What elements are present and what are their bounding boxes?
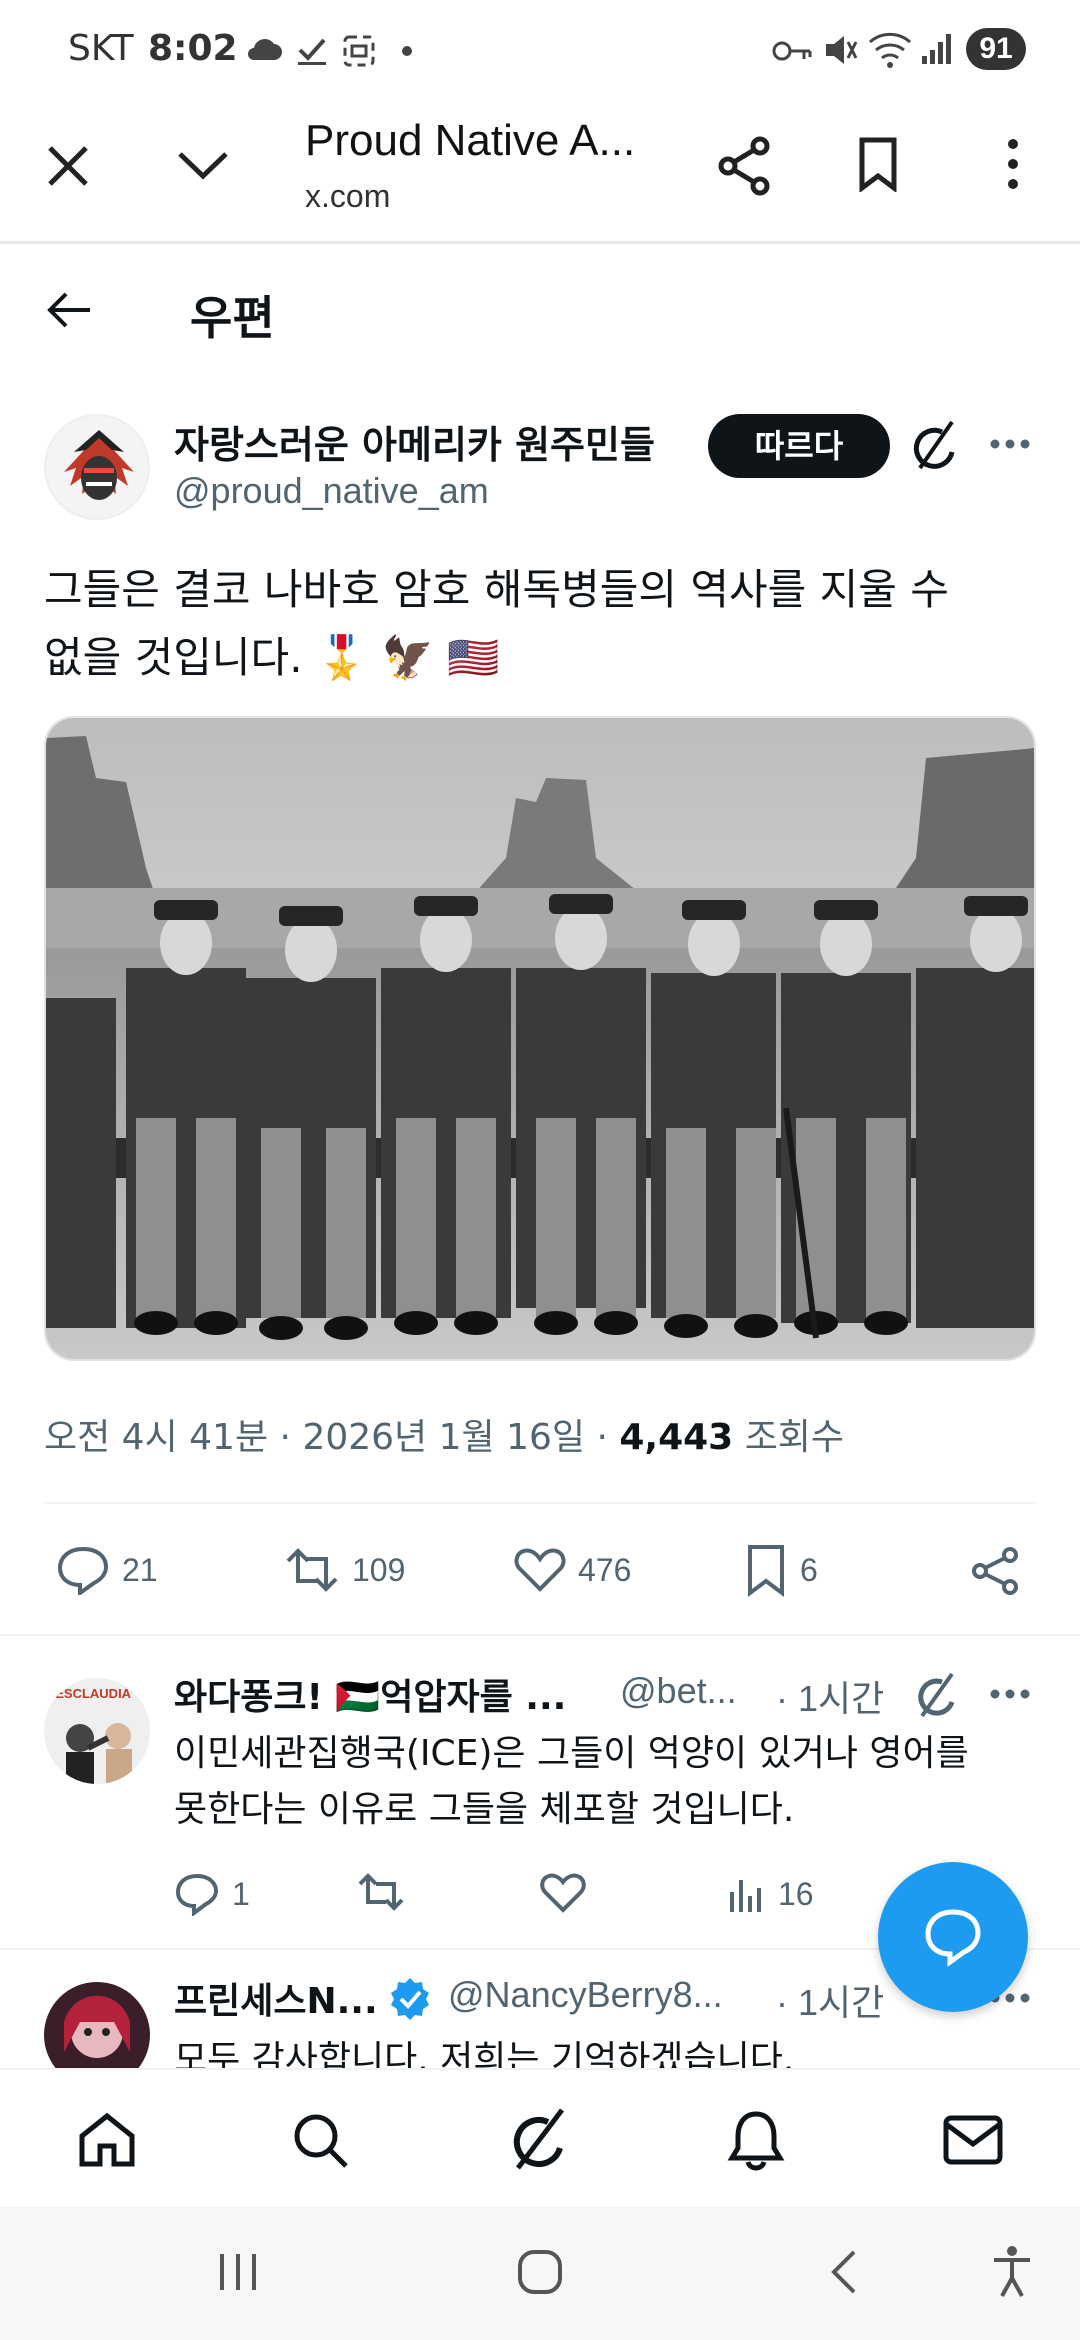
browser-page-title: Proud Native A... [305, 116, 636, 165]
reply-time[interactable]: · 1시간 [776, 1974, 884, 2026]
reply-avatar[interactable]: #ESCLAUDIA [44, 1678, 150, 1784]
post-date[interactable]: 2026년 1월 16일 [302, 1417, 585, 1458]
repost-icon[interactable] [356, 1872, 406, 1914]
heart-icon[interactable] [540, 1872, 586, 1914]
post-text-line: 그들은 결코 나바호 암호 해독병들의 역사를 지울 수 [44, 565, 949, 614]
battery-level: 91 [966, 28, 1026, 70]
status-bar: SKT 8:02 91 [0, 0, 1080, 100]
reply-body: 이민세관집행국(ICE)은 그들이 억양이 있거나 영어를 못한다는 이유로 그… [174, 1726, 1034, 1838]
bookmark-button[interactable]: 6 [744, 1540, 818, 1600]
grok-tab-icon[interactable] [508, 2106, 572, 2174]
recent-apps-icon[interactable] [214, 2250, 264, 2294]
reply-author-name[interactable]: 와다퐁크! 🇵🇸억압자를 ... [174, 1668, 584, 1720]
bottom-tab-bar [0, 2068, 1080, 2206]
reply-avatar[interactable] [44, 1982, 150, 2068]
home-system-icon[interactable] [516, 2248, 564, 2296]
more-horizontal-icon[interactable] [990, 1688, 1030, 1700]
author-name[interactable]: 자랑스러운 아메리카 원주민들 [174, 414, 655, 469]
reply-button[interactable]: 21 [56, 1540, 158, 1600]
reply-author-handle[interactable]: @bet... [620, 1670, 737, 1712]
search-icon[interactable] [290, 2110, 352, 2172]
repost-icon [286, 1548, 338, 1592]
repost-button[interactable]: 109 [284, 1540, 405, 1600]
like-button[interactable]: 476 [514, 1540, 631, 1600]
view-count: 4,443 [619, 1417, 734, 1458]
post-body: 그들은 결코 나바호 암호 해독병들의 역사를 지울 수 없을 것입니다. 🎖️… [44, 556, 1034, 692]
author-handle[interactable]: @proud_native_am [174, 470, 489, 512]
reply-text-line: 못한다는 이유로 그들을 체포할 것입니다. [174, 1789, 795, 1830]
share-post-icon[interactable] [970, 1546, 1020, 1596]
reply-author-name[interactable]: 프린세스N... [174, 1972, 378, 2024]
author-avatar[interactable] [44, 414, 150, 520]
share-icon[interactable] [716, 136, 772, 196]
chevron-down-icon[interactable] [176, 148, 230, 182]
browser-toolbar: Proud Native A... x.com [0, 100, 1080, 244]
carrier-label: SKT [68, 28, 134, 69]
bookmark-icon[interactable] [858, 136, 898, 192]
close-icon[interactable] [46, 144, 90, 188]
home-icon[interactable] [76, 2110, 138, 2170]
clock: 8:02 [148, 28, 238, 69]
follow-button[interactable]: 따르다 [708, 414, 890, 478]
grok-icon[interactable] [912, 418, 962, 472]
grok-icon[interactable] [914, 1670, 960, 1720]
repost-count: 109 [352, 1551, 406, 1588]
screenshot-icon [343, 35, 375, 67]
bookmark-outline-icon [748, 1545, 784, 1597]
reply-reply-button[interactable]: 1 [174, 1864, 250, 1924]
like-count: 476 [578, 1551, 632, 1588]
heart-icon [514, 1548, 566, 1592]
post-time[interactable]: 오전 4시 41분 [44, 1417, 268, 1458]
messages-icon[interactable] [942, 2114, 1004, 2166]
key-icon [772, 41, 812, 61]
reply-text-line: 이민세관집행국(ICE)은 그들이 억양이 있거나 영어를 [174, 1733, 969, 1774]
reply-count: 21 [122, 1551, 158, 1588]
dot-indicator [402, 46, 412, 56]
reply-views[interactable]: 16 [726, 1864, 814, 1924]
post-photo[interactable] [44, 716, 1036, 1361]
reply-author-handle[interactable]: @NancyBerry8... [448, 1974, 723, 2016]
more-horizontal-icon[interactable] [990, 438, 1030, 450]
reply-view-count: 16 [778, 1875, 814, 1912]
analytics-icon [730, 1880, 761, 1912]
download-done-icon [298, 38, 326, 65]
compose-reply-button[interactable] [878, 1862, 1028, 2012]
post-text-line: 없을 것입니다. 🎖️ 🦅 🇺🇸 [44, 633, 500, 682]
system-navigation-bar [0, 2206, 1080, 2340]
chat-bubble-icon [925, 1909, 981, 1967]
mute-icon [826, 36, 858, 64]
cloud-icon [248, 39, 282, 60]
reply-reply-count: 1 [232, 1875, 250, 1912]
avatar-caption: #ESCLAUDIA [48, 1686, 132, 1701]
accessibility-icon[interactable] [990, 2244, 1034, 2300]
notifications-icon[interactable] [726, 2108, 786, 2172]
more-vertical-icon[interactable] [1006, 138, 1020, 190]
browser-url[interactable]: x.com [305, 178, 390, 215]
post-meta: 오전 4시 41분 · 2026년 1월 16일 · 4,443 조회수 [44, 1417, 845, 1458]
view-count-label: 조회수 [744, 1417, 845, 1458]
bookmark-count: 6 [800, 1551, 818, 1588]
reply-icon [175, 1873, 219, 1916]
verified-badge-icon [391, 1978, 429, 2020]
wifi-icon [869, 32, 911, 68]
divider [44, 1502, 1036, 1504]
signal-icon [922, 34, 951, 64]
page-title: 우편 [190, 291, 275, 345]
reply-time[interactable]: · 1시간 [776, 1670, 884, 1722]
reply-icon [57, 1546, 109, 1595]
reply-text-line: 모두 감사합니다. 저희는 기억하겠습니다. [174, 2039, 795, 2068]
back-system-icon[interactable] [826, 2248, 862, 2296]
back-arrow-icon[interactable] [46, 290, 92, 330]
